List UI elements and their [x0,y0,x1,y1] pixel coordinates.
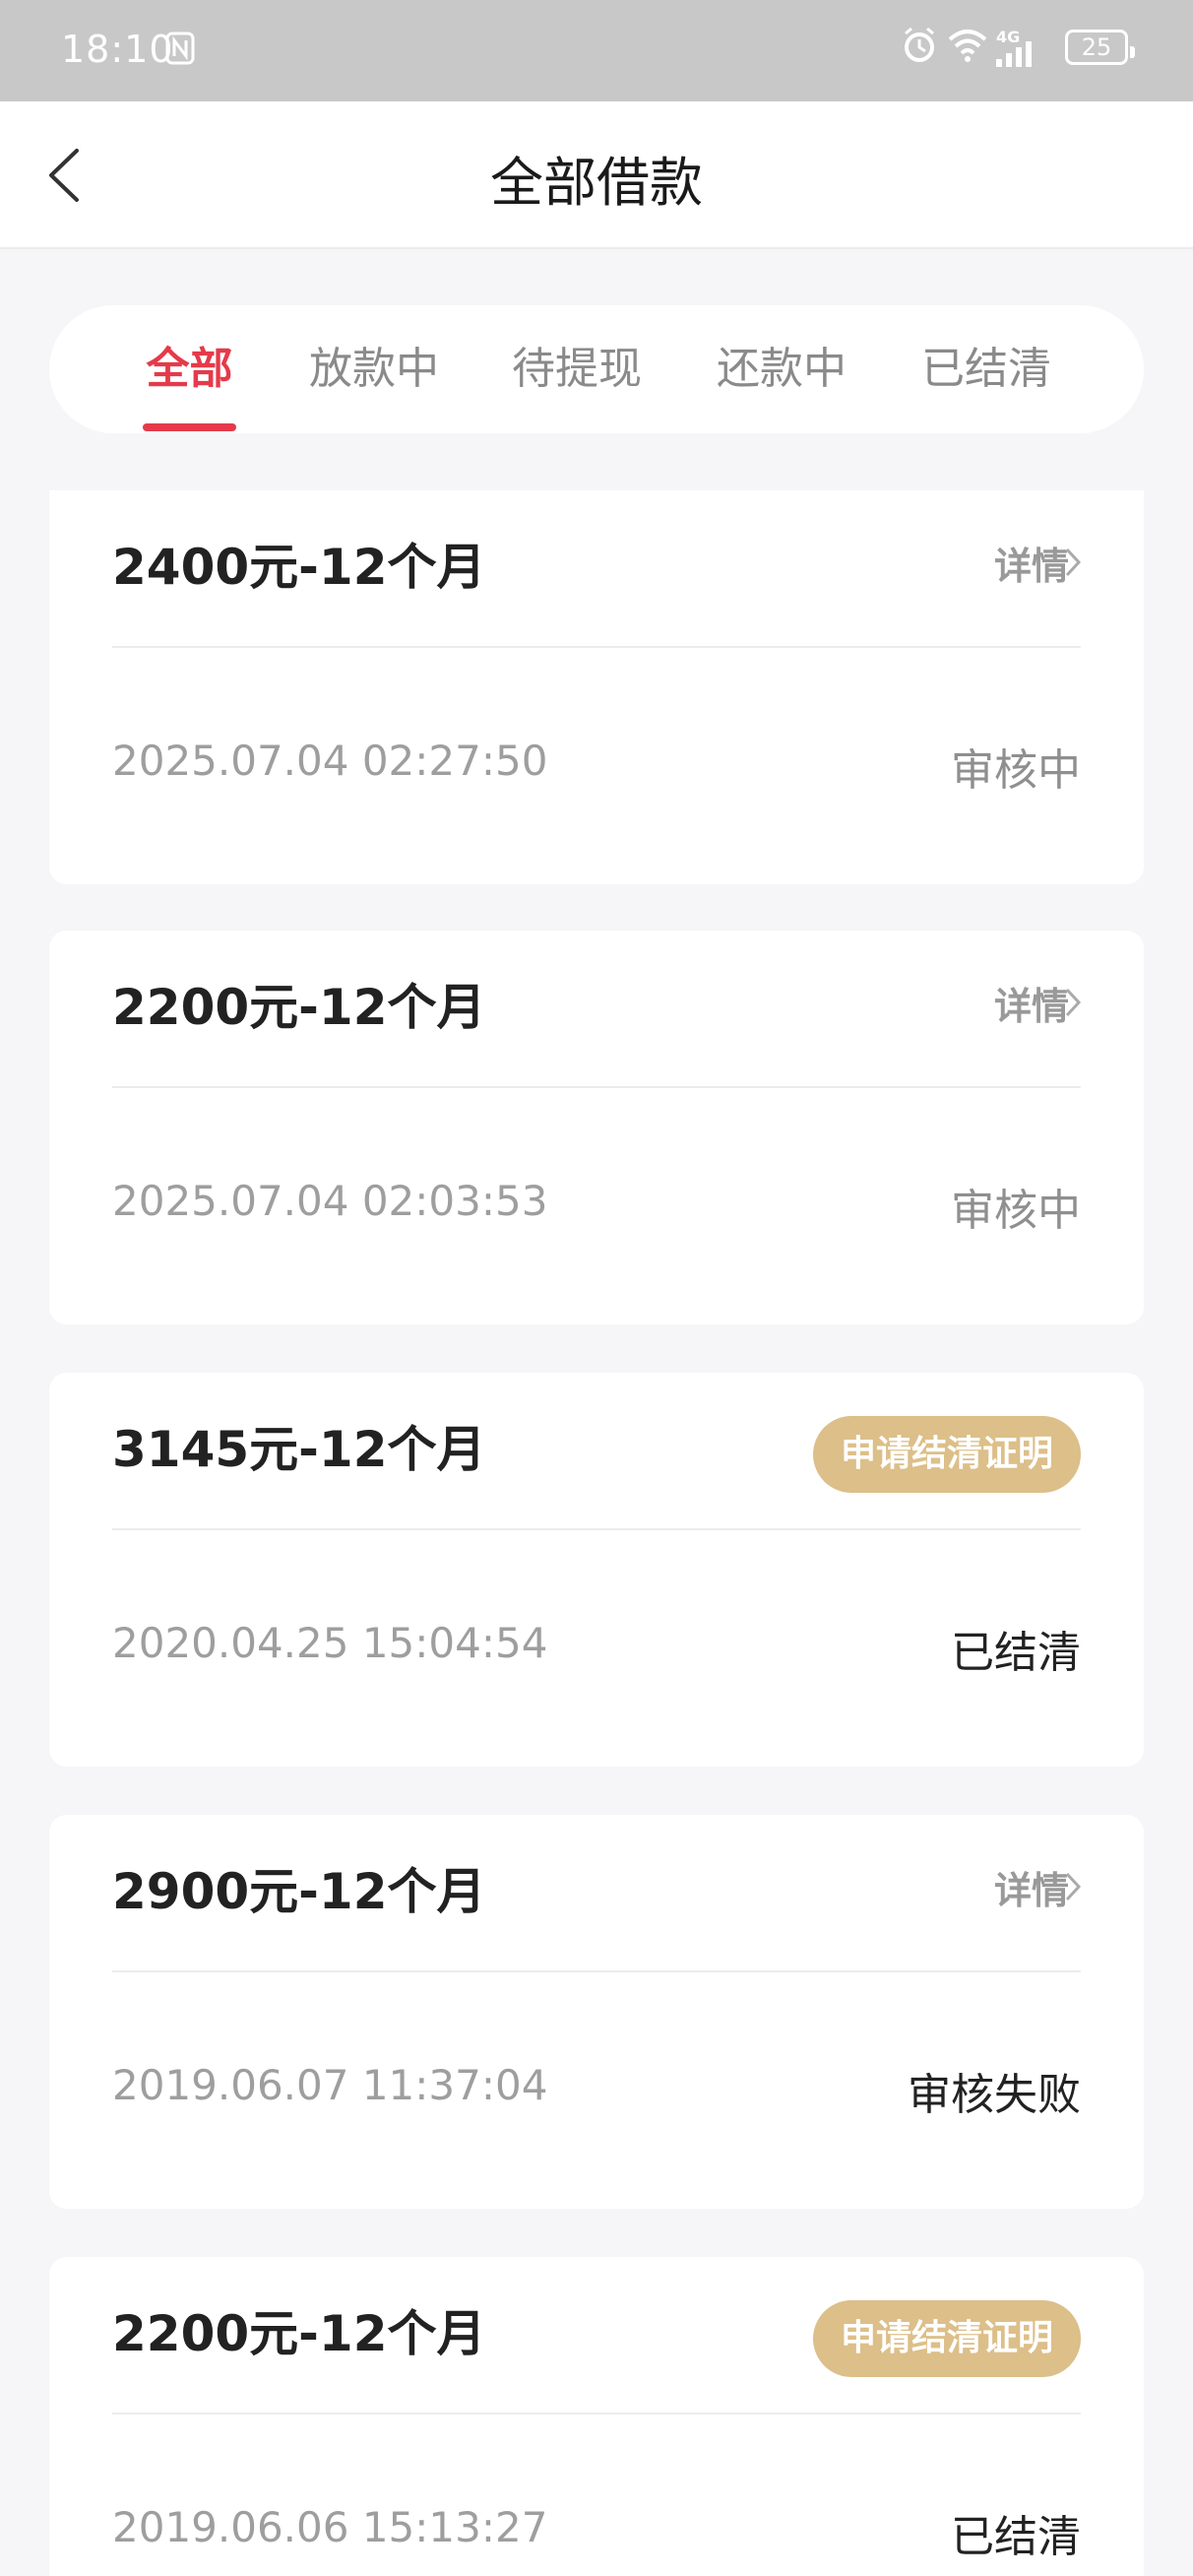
wifi-icon [948,30,987,62]
tab-all[interactable]: 全部 [133,305,246,433]
tab-disbursing[interactable]: 放款中 [295,305,453,433]
status-icons: 4G 25 [902,26,1135,73]
loan-title: 2900元-12个月 [112,1863,486,1920]
loan-status: 已结清 [951,1628,1081,1678]
loan-status: 已结清 [951,2512,1081,2562]
tab-settled[interactable]: 已结清 [908,305,1065,433]
loan-status: 审核失败 [908,2070,1081,2120]
status-bar: 18:10 4G 25 [0,0,1193,101]
loan-title: 2200元-12个月 [112,979,486,1036]
nfc-icon [165,32,195,65]
divider [112,646,1081,648]
divider [112,1528,1081,1530]
apply-settlement-certificate-button[interactable]: 申请结清证明 [812,1416,1081,1493]
loan-date: 2019.06.07 11:37:04 [112,2061,548,2109]
divider [112,1086,1081,1088]
loan-title: 2400元-12个月 [112,539,486,596]
loan-date: 2019.06.06 15:13:27 [112,2503,548,2551]
loan-date: 2020.04.25 15:04:54 [112,1619,548,1667]
loan-card[interactable]: 3145元-12个月 申请结清证明 2020.04.25 15:04:54 已结… [49,1373,1144,1767]
loan-date: 2025.07.04 02:27:50 [112,737,548,785]
signal-icon [996,41,1032,67]
detail-link[interactable]: 详情 [994,1860,1069,1914]
loan-card[interactable]: 2900元-12个月 详情 2019.06.07 11:37:04 审核失败 [49,1815,1144,2209]
loan-date: 2025.07.04 02:03:53 [112,1177,548,1225]
loan-card[interactable]: 2200元-12个月 申请结清证明 2019.06.06 15:13:27 已结… [49,2257,1144,2576]
divider [112,2413,1081,2415]
loan-card[interactable]: 2400元-12个月 详情 2025.07.04 02:27:50 审核中 [49,490,1144,884]
apply-settlement-certificate-button[interactable]: 申请结清证明 [812,2300,1081,2377]
divider [112,1970,1081,1972]
loan-title: 3145元-12个月 [112,1421,486,1478]
tab-pending-withdraw[interactable]: 待提现 [498,305,656,433]
loan-status: 审核中 [951,745,1081,796]
loan-card[interactable]: 2200元-12个月 详情 2025.07.04 02:03:53 审核中 [49,931,1144,1324]
detail-link[interactable]: 详情 [994,536,1069,590]
alarm-icon [905,27,934,62]
chevron-right-icon [1065,988,1082,1017]
status-time: 18:10 [61,28,174,71]
battery-icon: 25 [1065,30,1135,65]
active-tab-indicator [143,423,236,431]
battery-tip [1130,46,1135,58]
loan-status: 审核中 [951,1186,1081,1236]
chevron-right-icon [1065,1872,1082,1901]
tab-repaying[interactable]: 还款中 [703,305,860,433]
loan-title: 2200元-12个月 [112,2305,486,2362]
filter-tabs: 全部 放款中 待提现 还款中 已结清 [49,305,1144,433]
page-title: 全部借款 [490,152,703,214]
nav-bar: 全部借款 [0,101,1193,249]
detail-link[interactable]: 详情 [994,976,1069,1030]
chevron-right-icon [1065,547,1082,577]
battery-level: 25 [1081,33,1112,61]
